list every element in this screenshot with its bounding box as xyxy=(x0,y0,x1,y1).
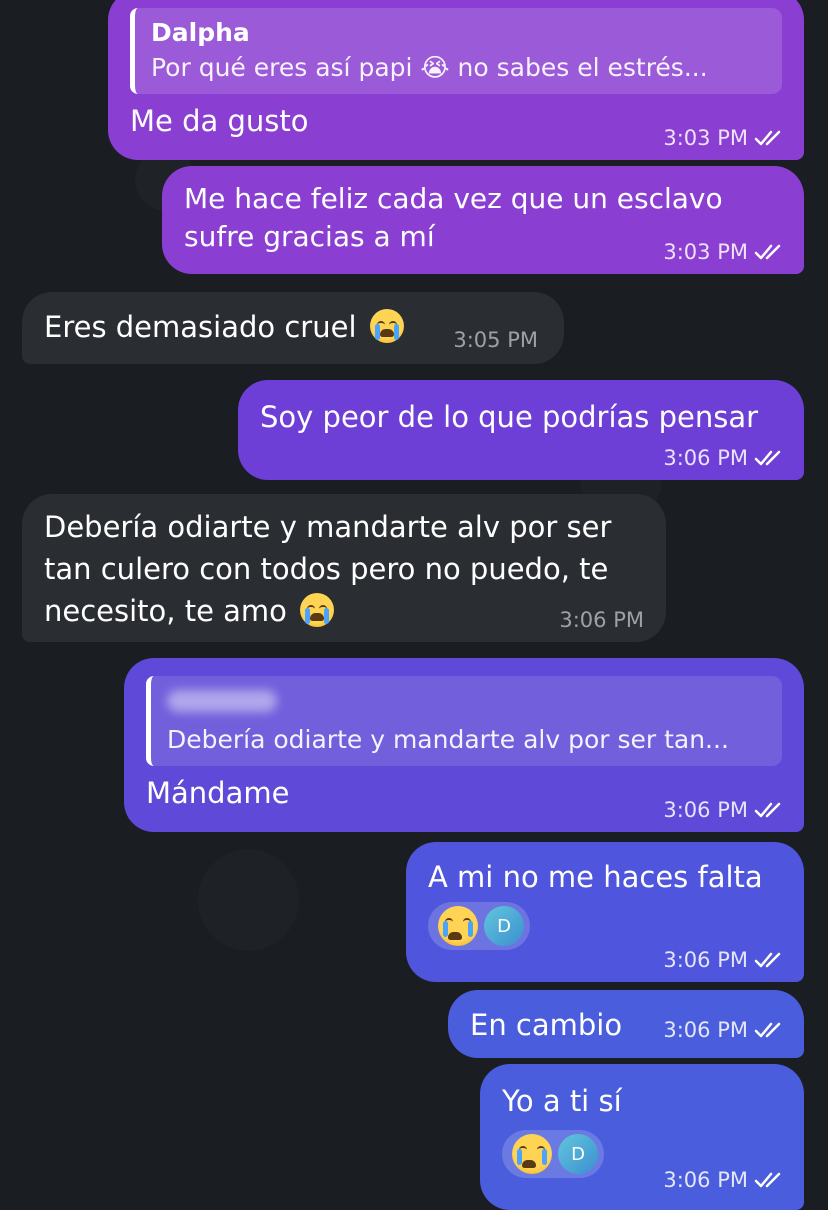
loudly-crying-face-emoji xyxy=(438,906,478,946)
message-time: 3:05 PM xyxy=(453,328,538,352)
message-text: Soy peor de lo que podrías pensar xyxy=(260,400,759,434)
reactor-avatar: D xyxy=(484,906,524,946)
message-bubble-outgoing[interactable]: Soy peor de lo que podrías pensar 3:06 P… xyxy=(238,380,804,480)
message-reaction[interactable]: D xyxy=(502,1130,604,1178)
double-check-icon xyxy=(754,130,781,146)
message-meta: 3:06 PM xyxy=(663,798,788,822)
message-time: 3:06 PM xyxy=(663,446,748,470)
loudly-crying-face-emoji xyxy=(300,593,335,627)
loudly-crying-face-emoji xyxy=(369,309,404,343)
double-check-icon xyxy=(754,244,781,260)
double-check-icon xyxy=(754,1172,781,1188)
message-meta: 3:06 PM xyxy=(663,948,788,972)
double-check-icon xyxy=(754,1022,781,1038)
reply-quote[interactable]: Debería odiarte y mandarte alv por ser t… xyxy=(146,676,782,766)
message-text: En cambio xyxy=(470,1008,623,1042)
message-time: 3:06 PM xyxy=(663,1018,748,1042)
message-bubble-outgoing[interactable]: Debería odiarte y mandarte alv por ser t… xyxy=(124,658,804,832)
message-reaction[interactable]: D xyxy=(428,902,530,950)
message-bubble-outgoing[interactable]: En cambio 3:06 PM xyxy=(448,990,804,1058)
quote-sender-name: Dalpha xyxy=(151,18,250,47)
message-bubble-outgoing[interactable]: Me hace feliz cada vez que un esclavo su… xyxy=(162,166,804,274)
reactor-avatar: D xyxy=(558,1134,598,1174)
message-bubble-outgoing[interactable]: Yo a ti sí D 3:06 PM xyxy=(480,1064,804,1210)
message-meta: 3:06 PM xyxy=(663,446,788,470)
message-meta: 3:05 PM xyxy=(453,328,538,352)
message-bubble-outgoing[interactable]: Dalpha Por qué eres así papi 😭 no sabes … xyxy=(108,0,804,160)
message-time: 3:03 PM xyxy=(663,240,748,264)
message-time: 3:06 PM xyxy=(663,948,748,972)
message-text: Eres demasiado cruel xyxy=(44,310,357,344)
message-meta: 3:06 PM xyxy=(663,1018,788,1042)
message-bubble-incoming[interactable]: Eres demasiado cruel 3:05 PM xyxy=(22,292,564,364)
reply-quote[interactable]: Dalpha Por qué eres así papi 😭 no sabes … xyxy=(130,8,782,94)
quote-text: Por qué eres así papi 😭 no sabes el estr… xyxy=(151,53,708,82)
message-time: 3:06 PM xyxy=(663,1168,748,1192)
loudly-crying-face-emoji xyxy=(512,1134,552,1174)
double-check-icon xyxy=(754,450,781,466)
message-meta: 3:06 PM xyxy=(663,1168,788,1192)
message-text: Yo a ti sí xyxy=(502,1084,622,1118)
message-text: A mi no me haces falta xyxy=(428,860,763,894)
message-time: 3:06 PM xyxy=(559,608,644,632)
double-check-icon xyxy=(754,802,781,818)
message-bubble-incoming[interactable]: Debería odiarte y mandarte alv por ser t… xyxy=(22,494,666,642)
message-meta: 3:06 PM xyxy=(559,608,644,632)
message-meta: 3:03 PM xyxy=(663,126,788,150)
message-bubble-outgoing[interactable]: A mi no me haces falta D 3:06 PM xyxy=(406,842,804,982)
message-time: 3:06 PM xyxy=(663,798,748,822)
quote-sender-name-blurred xyxy=(167,684,766,722)
message-time: 3:03 PM xyxy=(663,126,748,150)
double-check-icon xyxy=(754,952,781,968)
message-meta: 3:03 PM xyxy=(663,240,788,264)
quote-text: Debería odiarte y mandarte alv por ser t… xyxy=(167,725,729,754)
